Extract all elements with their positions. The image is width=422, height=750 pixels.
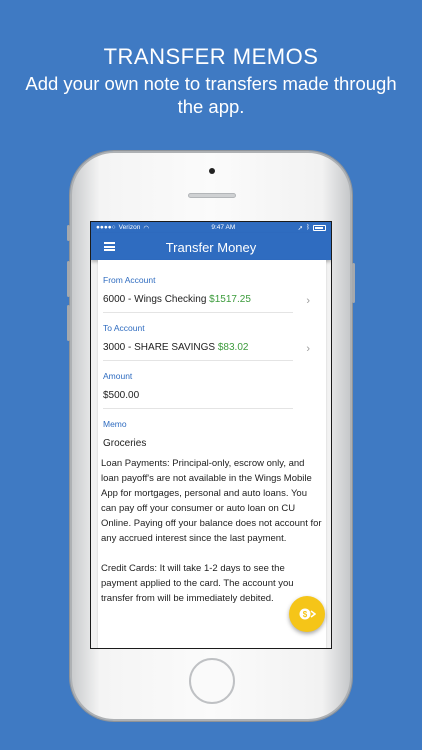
to-account-label: To Account [103, 323, 145, 333]
signal-icon: ●●●●○ [96, 224, 116, 231]
field-divider [103, 360, 293, 361]
carrier-name: Verizon [118, 224, 141, 231]
from-account-name: 6000 - Wings Checking [103, 294, 210, 305]
home-button[interactable] [189, 658, 235, 704]
chevron-right-icon[interactable]: › [306, 295, 310, 307]
memo-label: Memo [103, 419, 127, 429]
memo-field[interactable]: Memo Groceries [103, 419, 293, 449]
from-account-label: From Account [103, 275, 156, 285]
svg-text:$: $ [303, 610, 308, 619]
credit-cards-note: Credit Cards: It will take 1-2 days to s… [101, 563, 294, 604]
status-time: 9:47 AM [211, 224, 236, 231]
loan-payments-note: Loan Payments: Principal-only, escrow on… [101, 458, 322, 544]
phone-power-button [352, 263, 355, 303]
transfer-submit-button[interactable]: $ [289, 596, 325, 632]
from-account-balance: $1517.25 [209, 294, 251, 305]
field-divider [103, 408, 293, 409]
memo-input[interactable]: Groceries [103, 438, 293, 449]
front-camera [209, 168, 215, 174]
wifi-icon: ◠ [143, 224, 149, 232]
phone-screen: ●●●●○ Verizon ◠ 9:47 AM ➚ ᛒ Transfer Mon… [90, 221, 332, 649]
promo-headline: TRANSFER MEMOS [103, 44, 319, 69]
phone-volume-up-button [67, 261, 70, 297]
amount-label: Amount [103, 371, 133, 381]
amount-input[interactable]: $500.00 [103, 390, 293, 401]
bluetooth-icon: ᛒ [306, 224, 310, 231]
transfer-form: From Account 6000 - Wings Checking $1517… [98, 260, 326, 648]
from-account-field[interactable]: From Account 6000 - Wings Checking $1517… [103, 275, 310, 313]
phone-volume-down-button [67, 305, 70, 341]
to-account-field[interactable]: To Account 3000 - SHARE SAVINGS $83.02 › [103, 323, 310, 361]
location-icon: ➚ [297, 224, 304, 232]
battery-icon [313, 224, 326, 231]
app-bar: Transfer Money [91, 233, 331, 260]
promo-subline: Add your own note to transfers made thro… [25, 73, 397, 117]
earpiece-speaker [188, 193, 236, 198]
transfer-coins-icon: $ [299, 608, 316, 620]
chevron-right-icon[interactable]: › [306, 343, 310, 355]
phone-silent-switch [67, 225, 70, 241]
field-divider [103, 312, 293, 313]
status-bar: ●●●●○ Verizon ◠ 9:47 AM ➚ ᛒ [91, 222, 331, 233]
to-account-balance: $83.02 [217, 342, 249, 353]
amount-field[interactable]: Amount $500.00 [103, 371, 293, 409]
page-title: Transfer Money [165, 240, 257, 255]
phone-frame: ●●●●○ Verizon ◠ 9:47 AM ➚ ᛒ Transfer Mon… [67, 151, 355, 721]
to-account-name: 3000 - SHARE SAVINGS [103, 342, 218, 353]
